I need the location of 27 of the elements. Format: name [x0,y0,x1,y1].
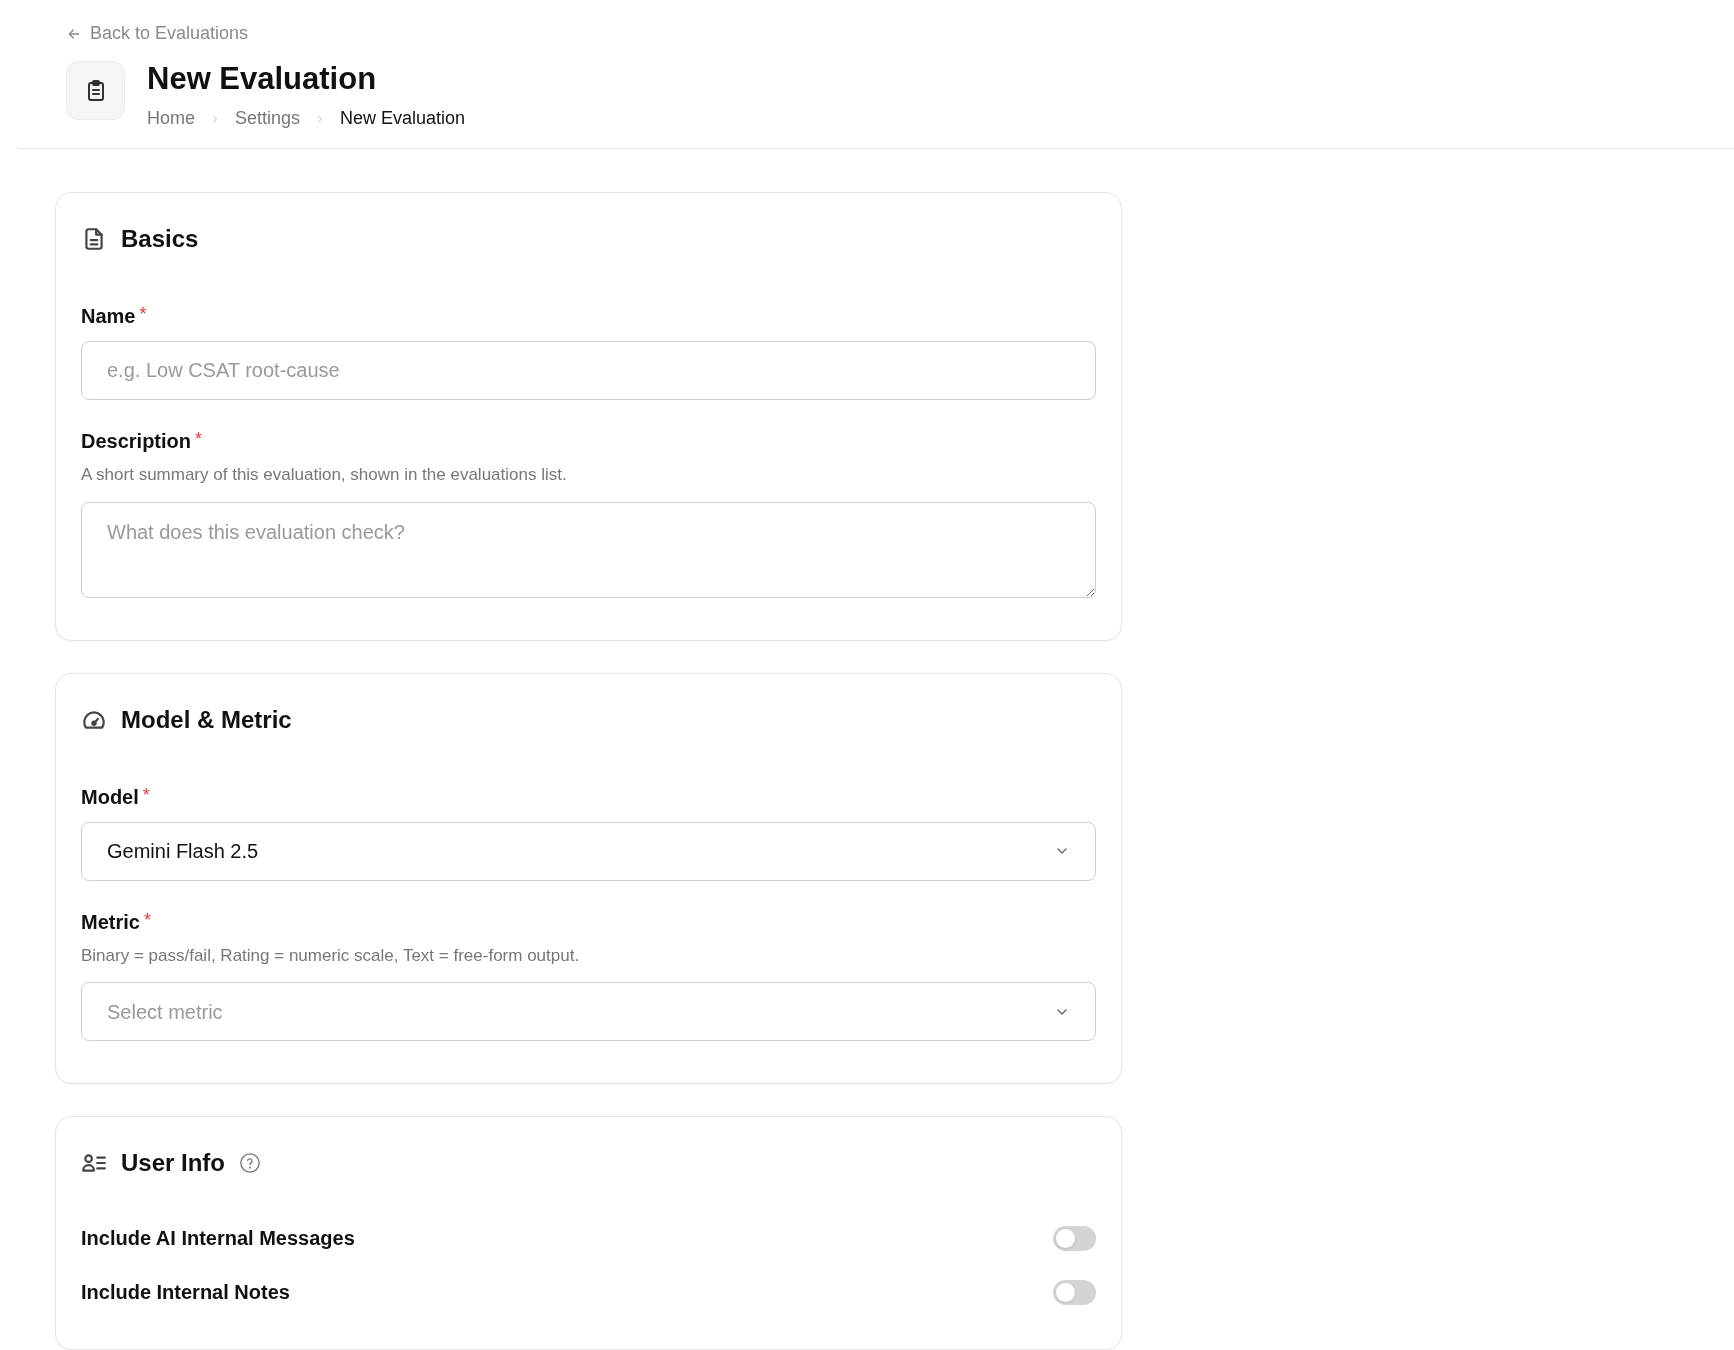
field-hint: A short summary of this evaluation, shown in the evaluations list. [81,464,568,486]
required-mark: * [139,303,147,325]
field-label: Metric [81,909,140,935]
page-title: New Evaluation [147,60,378,98]
clipboard-icon [66,61,125,120]
select-dropdown[interactable]: Gemini Flash 2.5 [81,821,1096,881]
breadcrumb-link[interactable]: New Evaluation [340,105,466,132]
toggle-switch[interactable] [1053,1225,1096,1251]
required-mark: * [195,428,203,450]
toggle-label: Include AI Internal Messages [81,1226,355,1251]
field-label: Model [81,784,139,810]
section-title: Model & Metric [121,704,292,735]
field-label: Description [81,429,192,454]
name-input[interactable]: e.g. Low CSAT root-cause [81,341,1096,400]
breadcrumb-link[interactable]: Home [147,105,195,132]
field-hint: Binary = pass/fail, Rating = numeric scale, Text = free-form output. [81,944,581,967]
select-dropdown[interactable]: Select metric [81,982,1096,1041]
back-link[interactable]: Back to Evaluations [66,20,249,47]
field-label: Name [81,304,136,329]
required-mark: * [142,783,150,806]
required-mark: * [143,908,151,931]
breadcrumb-link[interactable]: Settings [235,105,301,132]
toggle-switch[interactable] [1053,1279,1096,1305]
toggle-label: Include Internal Notes [81,1280,290,1305]
description-textarea[interactable]: What does this evaluation check? [81,501,1096,598]
section-title: User Info [121,1148,225,1178]
section-title: Basics [121,224,199,254]
